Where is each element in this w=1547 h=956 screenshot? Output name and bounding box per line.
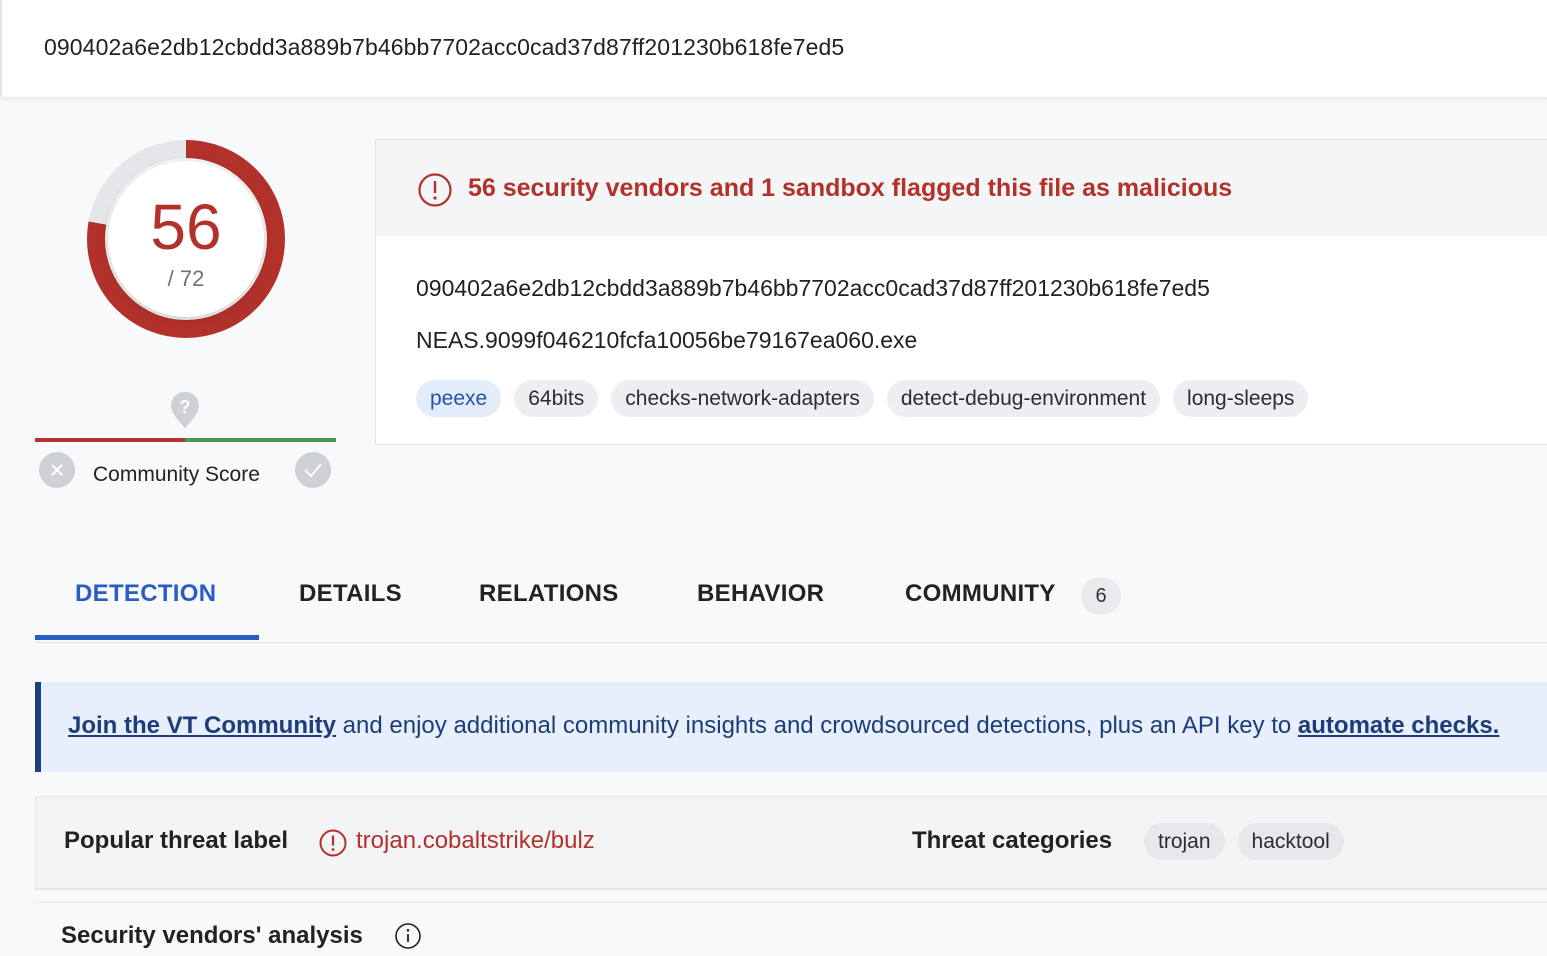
check-icon (304, 463, 322, 478)
community-count-badge: 6 (1081, 577, 1121, 615)
banner-body: and enjoy additional community insights … (336, 712, 1298, 739)
tag-64bits[interactable]: 64bits (514, 380, 599, 417)
vote-malicious-button[interactable] (39, 452, 75, 488)
question-marker-icon: ? (171, 392, 199, 428)
tab-community[interactable]: COMMUNITY (905, 580, 1056, 608)
alert-circle-icon (418, 173, 452, 207)
category-tag-trojan[interactable]: trojan (1144, 823, 1225, 860)
file-tags: peexe 64bits checks-network-adapters det… (416, 380, 1309, 417)
join-community-link[interactable]: Join the VT Community (68, 712, 336, 739)
detection-summary-card: 56 security vendors and 1 sandbox flagge… (375, 139, 1547, 445)
alert-circle-icon (319, 829, 347, 857)
threat-categories-title: Threat categories (912, 827, 1113, 854)
tag-checks-network-adapters[interactable]: checks-network-adapters (611, 380, 874, 417)
alert-header: 56 security vendors and 1 sandbox flagge… (376, 140, 1547, 236)
search-input[interactable]: 090402a6e2db12cbdd3a889b7b46bb7702acc0ca… (44, 34, 844, 61)
tag-peexe[interactable]: peexe (416, 380, 502, 417)
alert-message: 56 security vendors and 1 sandbox flagge… (468, 174, 1233, 202)
tab-behavior[interactable]: BEHAVIOR (697, 580, 824, 608)
banner-text: Join the VT Community and enjoy addition… (68, 712, 1499, 740)
tab-bar: DETECTION DETAILS RELATIONS BEHAVIOR COM… (35, 560, 1547, 643)
tab-details[interactable]: DETAILS (299, 580, 402, 608)
threat-summary-row: Popular threat label trojan.cobaltstrike… (35, 796, 1547, 890)
close-icon (51, 464, 63, 476)
automate-checks-link[interactable]: automate checks. (1298, 712, 1499, 739)
popular-threat-label-value[interactable]: trojan.cobaltstrike/bulz (356, 827, 595, 855)
tab-detection[interactable]: DETECTION (75, 580, 216, 608)
engine-total: / 72 (167, 266, 205, 291)
category-tag-hacktool[interactable]: hacktool (1237, 823, 1344, 860)
tab-relations[interactable]: RELATIONS (479, 580, 619, 608)
community-score-bad-bar (35, 438, 185, 442)
vote-harmless-button[interactable] (295, 452, 331, 488)
tag-long-sleeps[interactable]: long-sleeps (1173, 380, 1309, 417)
file-name: NEAS.9099f046210fcfa10056be79167ea060.ex… (416, 327, 918, 353)
svg-text:?: ? (180, 397, 191, 417)
detection-score-ring: 56 / 72 (85, 138, 287, 340)
section-divider (35, 902, 1547, 903)
search-bar[interactable]: 090402a6e2db12cbdd3a889b7b46bb7702acc0ca… (0, 0, 1547, 97)
community-banner: Join the VT Community and enjoy addition… (35, 682, 1547, 772)
popular-threat-label-title: Popular threat label (64, 827, 289, 854)
active-tab-indicator (35, 635, 259, 640)
detection-count: 56 (150, 191, 222, 263)
info-icon[interactable] (394, 922, 422, 950)
file-hash: 090402a6e2db12cbdd3a889b7b46bb7702acc0ca… (416, 275, 1210, 301)
threat-category-tags: trojan hacktool (1144, 823, 1344, 860)
community-score-good-bar (185, 438, 336, 442)
tag-detect-debug-environment[interactable]: detect-debug-environment (886, 380, 1161, 417)
vendors-analysis-heading: Security vendors' analysis (61, 922, 363, 949)
community-score-label: Community Score (93, 463, 260, 486)
